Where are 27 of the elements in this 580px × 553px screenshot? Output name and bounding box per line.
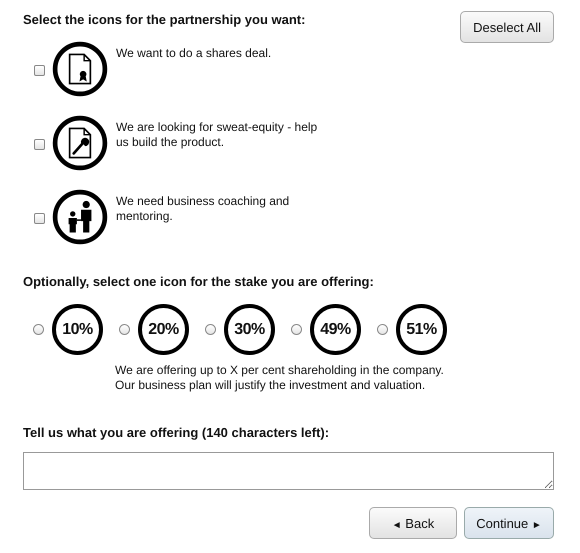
stake-description: We are offering up to X per cent shareholding in the company. Our business plan will justify the investment and valuation. [115, 363, 445, 393]
percent-badge[interactable]: 30% [224, 304, 275, 355]
radio-button[interactable] [33, 324, 44, 335]
radio-button[interactable] [377, 324, 388, 335]
checkbox[interactable] [34, 65, 45, 76]
people-icon [52, 189, 108, 245]
section-heading: Optionally, select one icon for the stake you are offering: [23, 273, 375, 289]
deselect-all-button[interactable]: Deselect All [460, 11, 554, 43]
radio-button[interactable] [291, 324, 302, 335]
checkbox[interactable] [34, 213, 45, 224]
radio-button[interactable] [119, 324, 130, 335]
offer-text-field[interactable] [23, 452, 554, 490]
continue-button[interactable]: Continue ► [464, 507, 554, 539]
percent-badge[interactable]: 20% [138, 304, 189, 355]
percent-badge[interactable]: 10% [52, 304, 103, 355]
option-label: We need business coaching and mentoring. [116, 194, 290, 224]
radio-button[interactable] [205, 324, 216, 335]
percent-badge[interactable]: 51% [396, 304, 447, 355]
wrench-document-icon [52, 115, 108, 171]
option-label: We want to do a shares deal. [116, 46, 272, 61]
percent-badge[interactable]: 49% [310, 304, 361, 355]
back-button[interactable]: ◄ Back [369, 507, 457, 539]
section-heading: Select the icons for the partnership you want: [23, 11, 306, 27]
document-icon [52, 41, 108, 97]
section-heading: Tell us what you are offering (140 characters left): [23, 424, 330, 440]
option-label: We are looking for sweat-equity - help us build the product. [116, 120, 318, 150]
checkbox[interactable] [34, 139, 45, 150]
